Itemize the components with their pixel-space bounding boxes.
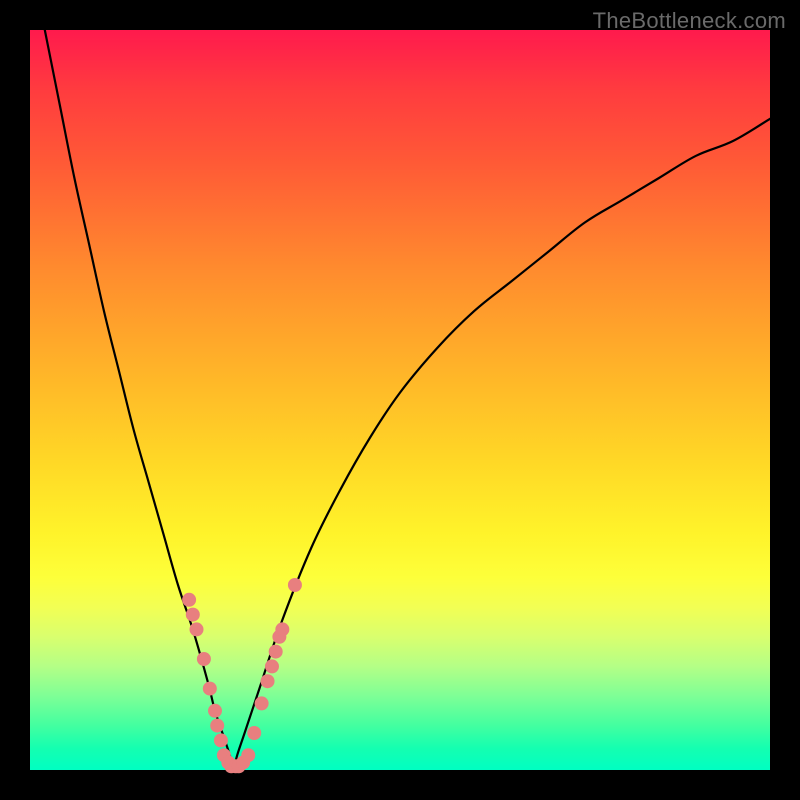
scatter-point (288, 578, 302, 592)
scatter-point (255, 696, 269, 710)
curve-right-branch (234, 119, 771, 770)
scatter-point (247, 726, 261, 740)
scatter-point (269, 645, 283, 659)
scatter-point (203, 682, 217, 696)
scatter-point (197, 652, 211, 666)
scatter-point (261, 674, 275, 688)
scatter-point (186, 608, 200, 622)
scatter-point (182, 593, 196, 607)
chart-plot-area (30, 30, 770, 770)
scatter-point (265, 659, 279, 673)
scatter-point (214, 733, 228, 747)
scatter-point (208, 704, 222, 718)
scatter-point (210, 719, 224, 733)
chart-svg (30, 30, 770, 770)
scatter-point (241, 748, 255, 762)
scatter-point (275, 622, 289, 636)
watermark-text: TheBottleneck.com (593, 8, 786, 34)
scatter-point (190, 622, 204, 636)
